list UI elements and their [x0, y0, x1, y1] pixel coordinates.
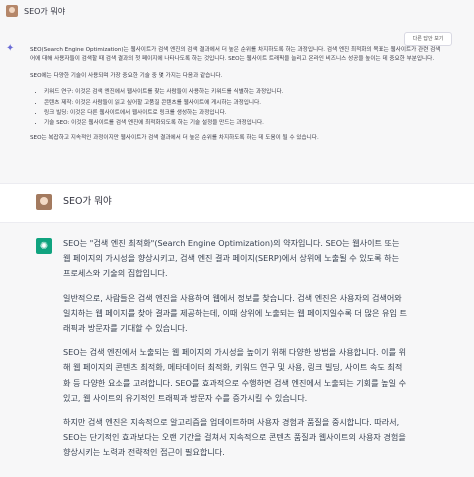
second-assistant-message: ✺ SEO는 "검색 엔진 최적화"(Search Engine Optimiz… [0, 222, 474, 477]
first-user-question: SEO가 뭐야 [24, 6, 66, 16]
answer-paragraph: SEO는 "검색 엔진 최적화"(Search Engine Optimizat… [63, 238, 400, 279]
second-assistant-answer: SEO는 "검색 엔진 최적화"(Search Engine Optimizat… [63, 236, 408, 470]
second-user-question: SEO가 뭐야 [63, 196, 112, 207]
sparkle-icon: ✦ [6, 43, 15, 54]
answer-paragraph: SEO에는 다양한 기술이 사용되며 가장 중요한 기술 중 몇 가지는 다음과… [30, 72, 223, 79]
first-assistant-answer: SEO(Search Engine Optimization)는 웹사이트가 검… [30, 46, 444, 150]
chatgpt-logo-icon: ✺ [36, 238, 52, 254]
list-item: 콘텐츠 제작: 이것은 사람들이 읽고 싶어할 고품질 콘텐츠를 웹사이트에 게… [44, 99, 444, 108]
answer-paragraph: SEO는 검색 엔진에서 노출되는 웹 페이지의 가시성을 높이기 위해 다양한… [63, 347, 407, 403]
technique-list: 키워드 연구: 이것은 검색 엔진에서 웹사이트를 찾는 사람들이 사용하는 키… [30, 88, 444, 129]
user-avatar [6, 5, 18, 17]
answer-paragraph: SEO는 복잡하고 지속적인 과정이지만 웹사이트가 검색 결과에서 더 높은 … [30, 134, 319, 141]
list-item: 키워드 연구: 이것은 검색 엔진에서 웹사이트를 찾는 사람들이 사용하는 키… [44, 88, 444, 97]
answer-paragraph: 하지만 검색 엔진은 지속적으로 알고리즘을 업데이트하며 사용자 경험과 품질… [63, 417, 406, 458]
regenerate-button[interactable]: 다른 답안 보기 [404, 32, 452, 46]
list-item: 링크 빌딩: 이것은 다른 웹사이트에서 웹사이트로 링크를 생성하는 과정입니… [44, 109, 444, 118]
second-user-message: SEO가 뭐야 [0, 183, 474, 222]
previous-conversation-panel: SEO가 뭐야 다른 답안 보기 ✦ SEO(Search Engine Opt… [0, 0, 474, 183]
first-user-message: SEO가 뭐야 [6, 5, 65, 17]
answer-paragraph: 일반적으로, 사람들은 검색 엔진을 사용하여 웹에서 정보를 찾습니다. 검색… [63, 292, 407, 334]
list-item: 기술 SEO: 이것은 웹사이트를 검색 엔진에 최적화되도록 하는 기술 설정… [44, 119, 444, 128]
user-avatar [36, 194, 52, 210]
answer-paragraph: SEO(Search Engine Optimization)는 웹사이트가 검… [30, 47, 441, 63]
